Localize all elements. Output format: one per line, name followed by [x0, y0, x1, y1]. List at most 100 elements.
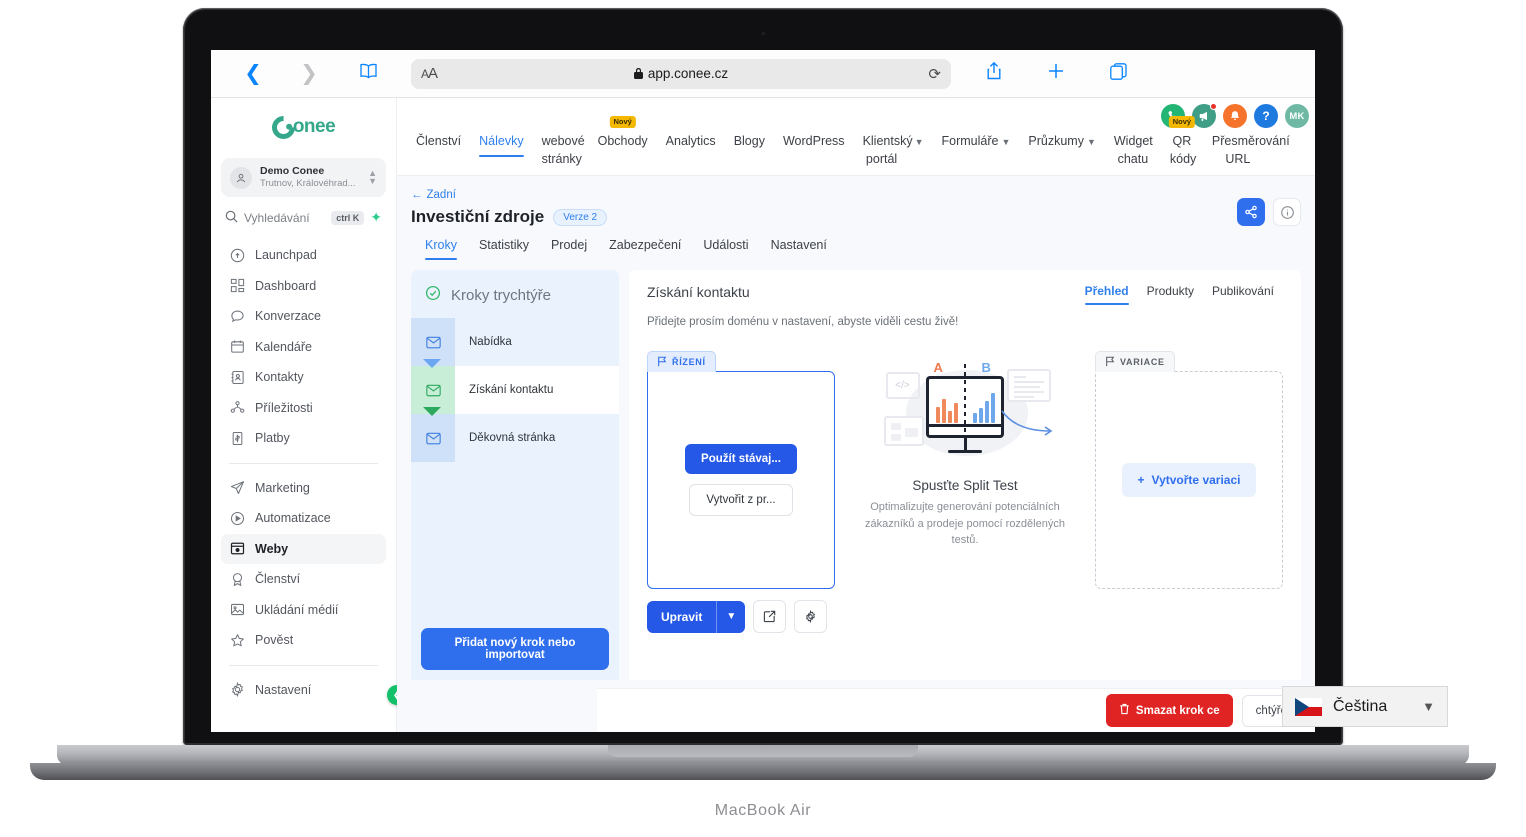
subtab-statistiky[interactable]: Statistiky	[468, 236, 540, 260]
subtab-label: Nastavení	[770, 238, 827, 252]
subtab-prodej[interactable]: Prodej	[540, 236, 598, 260]
subtab-nastaveni[interactable]: Nastavení	[760, 236, 838, 260]
sidebar-item-kontakty[interactable]: Kontakty	[221, 362, 386, 393]
funnel-step-row[interactable]: Nabídka	[411, 318, 619, 366]
sidebar-item-dashboard[interactable]: Dashboard	[221, 271, 386, 302]
laptop-notch	[608, 745, 918, 757]
sidebar-item-prilezitosti[interactable]: Příležitosti	[221, 393, 386, 424]
tab-analytics[interactable]: Analytics	[657, 128, 725, 157]
envelope-icon	[411, 414, 455, 462]
sidebar-item-ukladani-medii[interactable]: Ukládání médií	[221, 595, 386, 626]
sidebar-item-weby[interactable]: Weby	[221, 533, 386, 564]
forward-icon[interactable]: ❯	[281, 63, 337, 84]
tab-formulare[interactable]: Formuláře ▼	[932, 128, 1019, 157]
sidebar-item-povest[interactable]: Pověst	[221, 625, 386, 656]
subtab-udalosti[interactable]: Události	[692, 236, 759, 260]
detail-tab-label: Produkty	[1146, 284, 1194, 298]
address-bar[interactable]: AA app.conee.cz ⟳	[411, 58, 951, 89]
tab-widget-chatu[interactable]: Widget chatu	[1105, 128, 1161, 175]
external-link-icon[interactable]	[753, 600, 787, 633]
edit-split-button[interactable]: Upravit ▼	[647, 600, 746, 633]
laptop-base-bottom	[30, 763, 1496, 780]
account-switcher[interactable]: Demo Conee Trutnov, Královéhrad... ▲ ▼	[221, 158, 386, 197]
check-circle-icon	[425, 285, 441, 305]
add-step-button[interactable]: Přidat nový krok nebo importovat	[421, 628, 609, 670]
tab-presmerovani-url[interactable]: Přesměrování URL	[1203, 128, 1290, 175]
create-variation-button[interactable]: + Vytvořte variaci	[1121, 463, 1257, 497]
sidebar-item-platby[interactable]: Platby	[221, 423, 386, 454]
sidebar-item-nastaveni[interactable]: Nastavení	[221, 675, 386, 706]
breadcrumb-back-link[interactable]: ← Zadní	[411, 189, 456, 201]
book-icon[interactable]	[337, 63, 399, 84]
back-label: Zadní	[426, 189, 456, 201]
sidebar-item-automatizace[interactable]: Automatizace	[221, 503, 386, 534]
funnel-step-label: Získání kontaktu	[455, 366, 619, 414]
reload-icon[interactable]: ⟳	[928, 65, 941, 83]
megaphone-icon[interactable]	[1192, 103, 1217, 128]
search-shortcut: ctrl K	[331, 210, 365, 225]
variant-columns: ŘÍZENÍ Použít stávaj... Vytvořit z pr...…	[647, 350, 1283, 633]
variant-a-label: A	[933, 360, 943, 375]
sidebar: onee Demo Conee Trutnov, Královéhrad... …	[211, 98, 407, 732]
search-icon	[225, 210, 238, 226]
subtab-zabezpeceni[interactable]: Zabezpečení	[598, 236, 692, 260]
tab-blogy[interactable]: Blogy	[725, 128, 774, 157]
detail-tab-produkty[interactable]: Produkty	[1138, 284, 1203, 305]
tab-label: Nálevky	[479, 134, 524, 148]
domain-hint: Přidejte prosím doménu v nastavení, abys…	[647, 316, 959, 328]
split-test-description: Optimalizujte generování potenciálních z…	[865, 501, 1065, 546]
tab-pruzkumy[interactable]: Průzkumy ▼	[1019, 128, 1105, 157]
sidebar-item-label: Příležitosti	[255, 400, 313, 415]
sparkle-icon[interactable]: ✦	[370, 209, 382, 226]
funnel-steps-title: Kroky trychtýře	[451, 286, 552, 304]
share-nodes-icon[interactable]	[1237, 198, 1265, 226]
sidebar-item-marketing[interactable]: Marketing	[221, 473, 386, 504]
subtab-kroky[interactable]: Kroky	[425, 236, 468, 260]
sidebar-item-launchpad[interactable]: Launchpad	[221, 240, 386, 271]
bell-icon[interactable]	[1223, 104, 1247, 128]
sidebar-item-kalendare[interactable]: Kalendáře	[221, 332, 386, 363]
help-icon[interactable]: ?	[1254, 104, 1278, 128]
tab-nalevky[interactable]: Nálevky	[470, 128, 532, 158]
control-preview-box: Použít stávaj... Vytvořit z pr...	[647, 371, 835, 589]
avatar[interactable]: MK	[1285, 104, 1309, 128]
detail-tab-publikovani[interactable]: Publikování	[1203, 284, 1283, 305]
calendar-icon	[229, 339, 245, 355]
info-icon[interactable]	[1273, 198, 1301, 226]
chevron-down-icon[interactable]: ▼	[717, 601, 745, 633]
subtab-label: Prodej	[550, 238, 588, 252]
tab-clenstvi[interactable]: Členství	[407, 128, 470, 157]
create-from-template-button[interactable]: Vytvořit z pr...	[689, 484, 793, 516]
sidebar-item-clenstvi[interactable]: Členství	[221, 564, 386, 595]
sidebar-item-label: Kalendáře	[255, 339, 312, 354]
logo[interactable]: onee	[221, 98, 386, 156]
search-input[interactable]: Vyhledávání ctrl K ✦	[221, 207, 386, 226]
grid-icon	[229, 278, 245, 294]
content-area: Kroky trychtýře Nabídka Získání kontaktu…	[397, 260, 1315, 680]
chevron-down-icon[interactable]: ▼	[1422, 699, 1435, 714]
tab-wordpress[interactable]: WordPress	[774, 128, 854, 157]
funnel-step-row-current[interactable]: Získání kontaktu	[411, 359, 619, 414]
back-icon[interactable]: ❮	[225, 63, 281, 84]
tab-obchody[interactable]: Nový Obchody	[589, 116, 657, 157]
tabs-icon[interactable]	[1087, 62, 1149, 85]
language-selector[interactable]: Čeština ▼	[1282, 686, 1448, 727]
plus-icon[interactable]	[1025, 62, 1087, 85]
gear-icon[interactable]	[794, 600, 828, 633]
detail-tab-prehled[interactable]: Přehled	[1076, 284, 1138, 305]
use-existing-button[interactable]: Použít stávaj...	[685, 444, 797, 474]
new-badge: Nový	[609, 116, 636, 128]
tab-klientsky-portal[interactable]: Klientský portál	[854, 128, 913, 175]
funnel-steps-footer: Přidat nový krok nebo importovat	[411, 618, 619, 680]
sidebar-nav-group-2: Marketing Automatizace Weby Členství Ukl…	[221, 473, 386, 656]
sidebar-item-label: Kontakty	[255, 370, 304, 385]
gear-icon	[229, 682, 245, 698]
funnel-step-row[interactable]: Děkovná stránka	[411, 407, 619, 462]
tab-qr-kody[interactable]: Nový QR kódy	[1161, 116, 1203, 175]
delete-step-button[interactable]: Smazat krok ce	[1105, 694, 1233, 727]
sidebar-item-konverzace[interactable]: Konverzace	[221, 301, 386, 332]
variation-flag-text: VARIACE	[1120, 356, 1165, 367]
share-icon[interactable]	[963, 61, 1025, 85]
tab-klientsky-portal-chevron[interactable]: ▼	[910, 128, 933, 157]
tab-webove-stranky[interactable]: webové stránky	[533, 128, 589, 175]
